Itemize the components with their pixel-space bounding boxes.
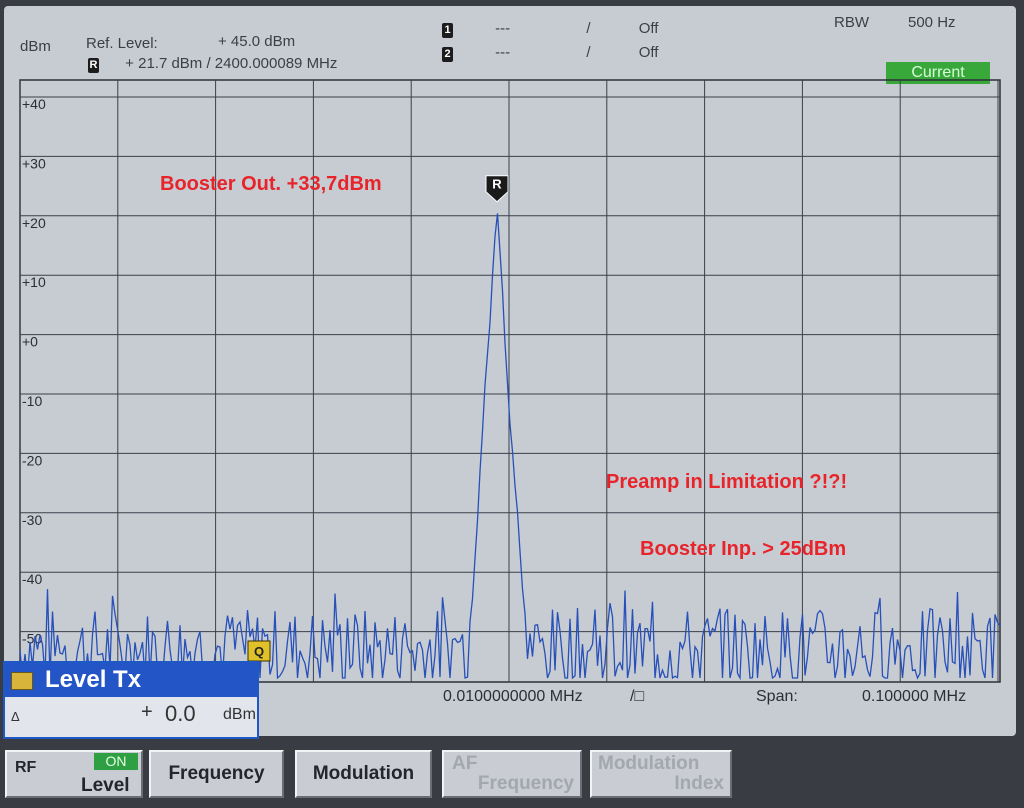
y-tick-label: +30 [22, 155, 46, 171]
svg-text:R: R [492, 177, 502, 192]
delta-symbol: Δ [11, 709, 20, 724]
y-tick-label: -10 [22, 393, 42, 409]
spectrum-plot: +40+30+20+10+0-10-20-30-40-50 R Q Booste… [19, 79, 1001, 683]
af-frequency-top: AF [452, 753, 478, 774]
modulation-index-softkey[interactable]: Modulation Index [590, 750, 732, 798]
level-icon [11, 672, 33, 690]
level-tx-title: Level Tx [45, 666, 142, 693]
y-tick-label: +0 [22, 334, 38, 350]
level-tx-header: Level Tx [5, 663, 257, 697]
plot-frame [19, 79, 1001, 683]
span-value: 0.100000 MHz [862, 688, 967, 705]
y-tick-label: +40 [22, 96, 46, 112]
af-frequency-softkey[interactable]: AF Frequency [442, 750, 582, 798]
rf-on-badge: ON [94, 753, 138, 770]
modulation-softkey[interactable]: Modulation [295, 750, 432, 798]
annotation-booster-out: Booster Out. +33,7dBm [160, 173, 382, 195]
y-axis-ticks: +40+30+20+10+0-10-20-30-40-50 [22, 96, 46, 647]
spectrum-trace [19, 213, 1001, 681]
mod-index-top: Modulation [598, 753, 700, 774]
frequency-softkey[interactable]: Frequency [149, 750, 284, 798]
offset-suffix: /□ [630, 688, 645, 705]
center-offset-value: 0.0100000000 MHz [443, 688, 583, 705]
level-value-input[interactable]: 0.0 [165, 701, 196, 727]
annotation-booster-inp: Booster Inp. > 25dBm [640, 538, 846, 560]
peak-marker-r[interactable]: R [485, 175, 509, 203]
annotation-preamp: Preamp in Limitation ?!?! [606, 471, 847, 493]
marker-q[interactable]: Q [247, 640, 271, 662]
y-tick-label: +10 [22, 274, 46, 290]
span-label: Span: [756, 688, 798, 705]
rf-label: RF [15, 759, 37, 776]
y-tick-label: -40 [22, 571, 42, 587]
y-tick-label: +20 [22, 215, 46, 231]
mod-index-bottom: Index [674, 773, 724, 794]
level-unit: dBm [223, 706, 256, 723]
af-frequency-bottom: Frequency [477, 773, 574, 794]
svg-text:Q: Q [254, 644, 264, 659]
level-sign: + [141, 701, 153, 723]
level-tx-panel[interactable]: Level Tx Δ + 0.0 dBm [3, 661, 259, 739]
rf-level-label: Level [81, 775, 130, 796]
y-tick-label: -30 [22, 512, 42, 528]
y-tick-label: -20 [22, 452, 42, 468]
plot-grid [19, 79, 1001, 683]
